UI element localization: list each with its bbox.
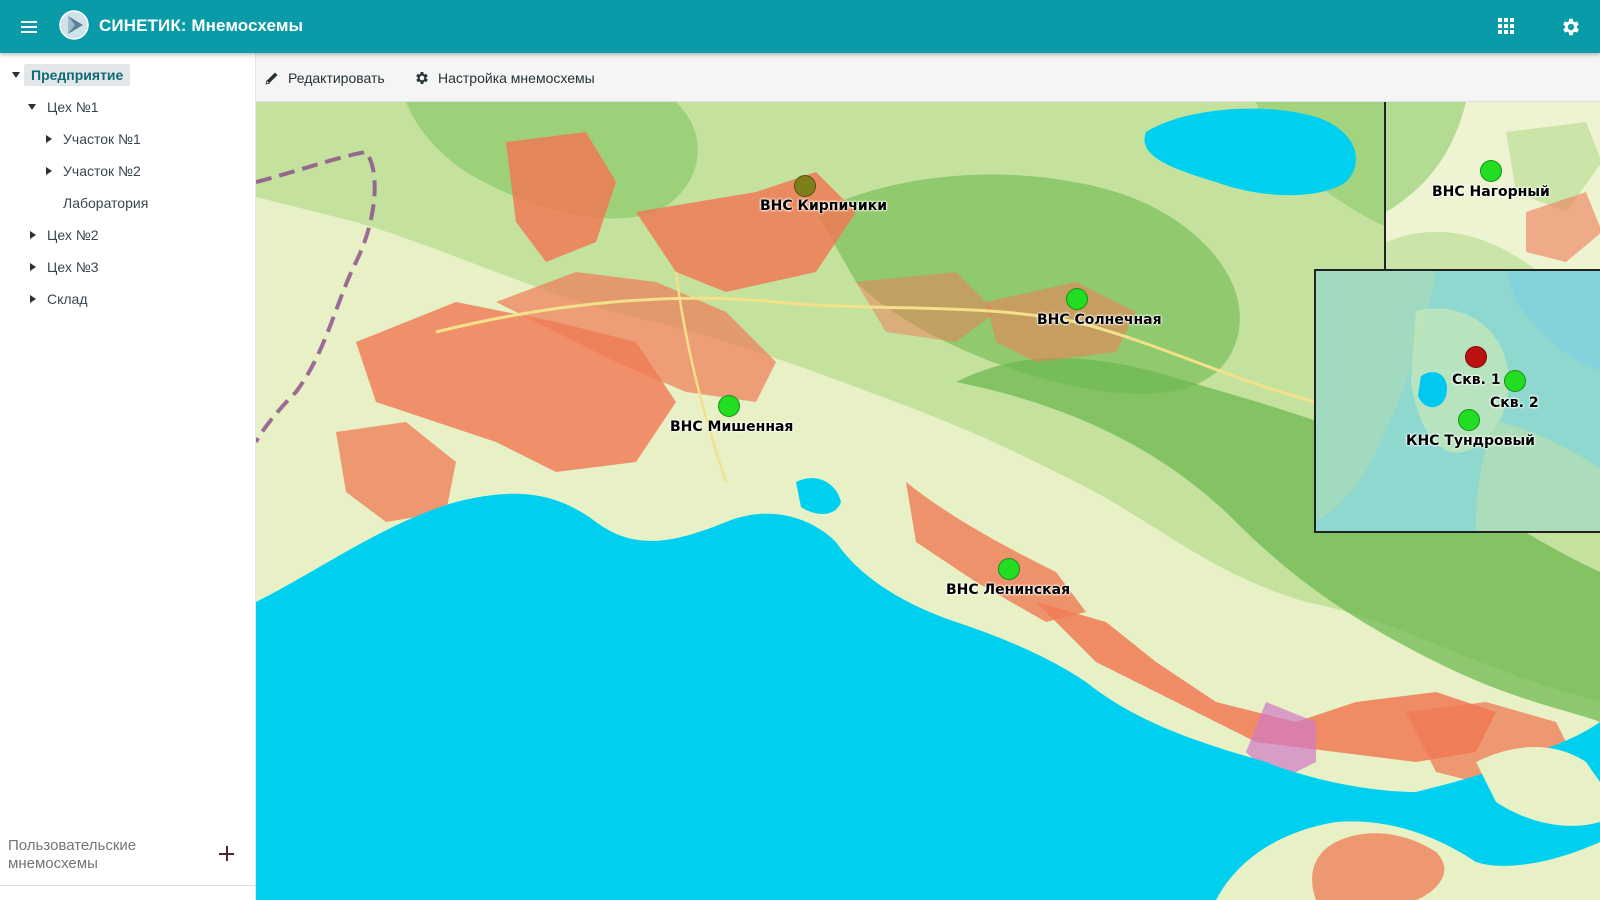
tree-item-workshop-2[interactable]: Цех №2 (24, 223, 106, 247)
menu-icon[interactable] (18, 16, 42, 38)
station-label-kirpichiki[interactable]: ВНС Кирпичики (760, 198, 887, 214)
expand-arrow-icon[interactable] (8, 67, 24, 83)
collapse-arrow-icon[interactable] (24, 291, 40, 307)
apps-grid-icon[interactable] (1498, 18, 1516, 36)
well-label-1[interactable]: Скв. 1 (1452, 372, 1501, 388)
settings-gear-icon[interactable] (1560, 16, 1582, 38)
collapse-arrow-icon[interactable] (24, 259, 40, 275)
gear-icon (416, 72, 428, 84)
edit-button[interactable]: Редактировать (264, 67, 385, 89)
well-label-2[interactable]: Скв. 2 (1490, 395, 1539, 411)
scheme-settings-button[interactable]: Настройка мнемосхемы (414, 67, 595, 89)
collapse-arrow-icon[interactable] (40, 131, 56, 147)
pencil-icon (265, 72, 278, 85)
collapse-arrow-icon[interactable] (40, 163, 56, 179)
station-label-tundrovy[interactable]: КНС Тундровый (1406, 433, 1535, 449)
inset-tundrovy (1314, 269, 1600, 533)
station-marker-kirpichiki[interactable] (794, 175, 816, 197)
collapse-arrow-icon[interactable] (24, 227, 40, 243)
tree-item-label: Склад (47, 291, 88, 307)
app-title: СИНЕТИК: Мнемосхемы (99, 16, 304, 35)
well-marker-1-alarm[interactable] (1465, 346, 1487, 368)
tree-item-label: Лаборатория (63, 195, 149, 211)
well-marker-2[interactable] (1504, 370, 1526, 392)
edit-button-label: Редактировать (288, 70, 385, 86)
sidebar: Предприятие Цех №1 Участок №1 Участок №2… (0, 53, 256, 900)
tree-item-label: Цех №1 (47, 99, 99, 115)
tree-item-workshop-3[interactable]: Цех №3 (24, 255, 106, 279)
logo-icon (59, 10, 89, 40)
sidebar-divider (0, 885, 256, 886)
user-schemes-label: Пользовательские мнемосхемы (8, 837, 137, 872)
add-scheme-plus-icon[interactable] (216, 843, 238, 865)
station-marker-mishennaya[interactable] (718, 395, 740, 417)
station-label-nagorny[interactable]: ВНС Нагорный (1432, 184, 1550, 200)
scheme-settings-label: Настройка мнемосхемы (438, 70, 595, 86)
station-label-mishennaya[interactable]: ВНС Мишенная (670, 419, 793, 435)
station-marker-solnechnaya[interactable] (1066, 288, 1088, 310)
station-marker-nagorny[interactable] (1480, 160, 1502, 182)
tree-item-laboratory[interactable]: Лаборатория (56, 191, 155, 215)
station-marker-tundrovy[interactable] (1458, 409, 1480, 431)
tree-item-label: Цех №2 (47, 227, 99, 243)
tree-item-section-1[interactable]: Участок №1 (40, 127, 148, 151)
inset-tundrovy-map (1316, 271, 1600, 531)
mnemonic-map[interactable]: ВНС Кирпичики ВНС Солнечная ВНС Мишенная… (256, 102, 1600, 900)
station-label-solnechnaya[interactable]: ВНС Солнечная (1037, 312, 1162, 328)
tree-item-section-2[interactable]: Участок №2 (40, 159, 148, 183)
tree-item-label: Цех №3 (47, 259, 99, 275)
tree-item-label: Участок №2 (63, 163, 141, 179)
toolbar: Редактировать Настройка мнемосхемы (256, 53, 1600, 102)
app-bar: СИНЕТИК: Мнемосхемы (0, 0, 1600, 53)
tree-item-warehouse[interactable]: Склад (24, 287, 95, 311)
expand-arrow-icon[interactable] (24, 99, 40, 115)
tree-item-enterprise[interactable]: Предприятие (8, 63, 131, 87)
tree-item-label: Предприятие (24, 64, 131, 86)
station-label-leninskaya[interactable]: ВНС Ленинская (946, 582, 1070, 598)
tree-item-workshop-1[interactable]: Цех №1 (24, 95, 106, 119)
station-marker-leninskaya[interactable] (998, 558, 1020, 580)
tree-item-label: Участок №1 (63, 131, 141, 147)
